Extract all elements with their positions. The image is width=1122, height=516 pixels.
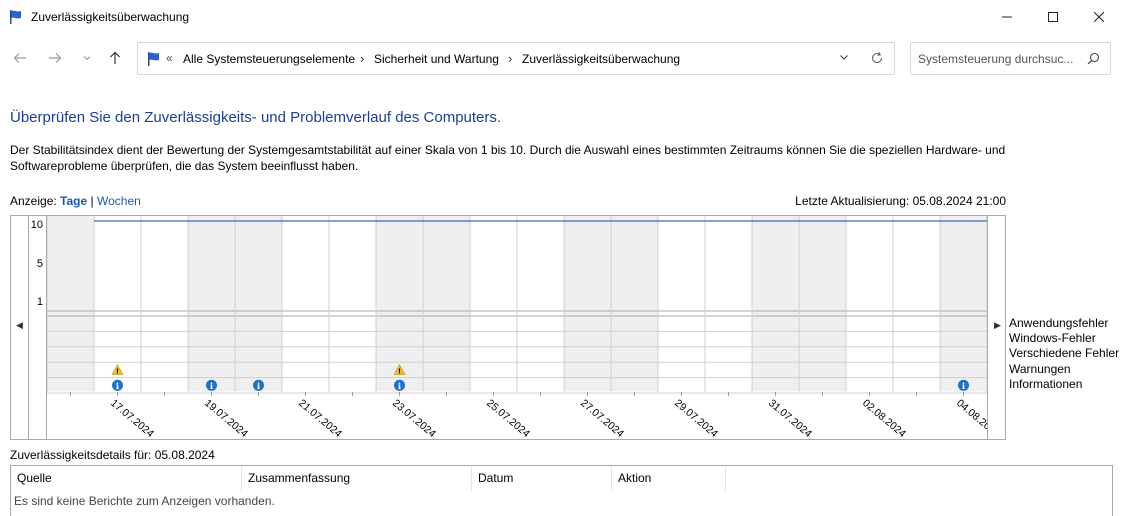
- date-label: 25.07.2024: [484, 397, 532, 439]
- date-label: 02.08.2024: [860, 397, 908, 439]
- refresh-icon: [871, 51, 883, 64]
- day-column[interactable]: [423, 216, 470, 393]
- view-selector: Anzeige: Tage | Wochen: [10, 194, 141, 208]
- date-label: 27.07.2024: [578, 397, 626, 439]
- legend-application-errors: Anwendungsfehler: [1009, 316, 1109, 330]
- column-header-summary[interactable]: Zusammenfassung: [242, 466, 472, 491]
- reliability-chart: ◀ 10 5 1 !! i i i i i 17.07.2024 19.07.2024 21.0…: [10, 215, 1006, 440]
- breadcrumb-item-reliability[interactable]: Zuverlässigkeitsüberwachung: [522, 52, 680, 66]
- event-legend: Anwendungsfehler Windows-Fehler Verschie…: [1009, 316, 1119, 392]
- empty-message: Es sind keine Berichte zum Anzeigen vorh…: [14, 494, 275, 508]
- day-column[interactable]: [282, 216, 329, 393]
- chevron-right-icon[interactable]: ›: [508, 51, 512, 66]
- legend-informations: Informationen: [1009, 376, 1083, 391]
- chevron-left-icon: ◀: [16, 320, 23, 330]
- search-box[interactable]: [910, 42, 1111, 75]
- page-description: Der Stabilitätsindex dient der Bewertung…: [10, 143, 1006, 173]
- y-axis: 10 5 1: [29, 216, 47, 439]
- up-button[interactable]: [105, 48, 125, 68]
- chart-plot[interactable]: ! !i i i i i17.07.2024 19.07.2024 21.07.2024 23.…: [47, 216, 987, 439]
- legend-misc-errors: Verschiedene Fehler: [1009, 346, 1120, 361]
- legend-warnings: Warnungen: [1009, 361, 1071, 376]
- close-icon: [1094, 12, 1104, 22]
- day-column[interactable]: [141, 216, 188, 393]
- y-tick-label: 10: [30, 219, 43, 231]
- view-days-link[interactable]: Tage: [60, 194, 87, 208]
- day-column[interactable]: [188, 216, 235, 393]
- day-column[interactable]: [611, 216, 658, 393]
- column-header-action[interactable]: Aktion: [612, 466, 726, 491]
- forward-button[interactable]: [45, 48, 65, 68]
- chevron-right-icon[interactable]: ›: [360, 51, 364, 66]
- y-tick-label: 1: [36, 296, 43, 308]
- title-bar: Zuverlässigkeitsüberwachung: [0, 0, 1122, 34]
- address-bar[interactable]: « Alle Systemsteuerungselemente › Sicher…: [137, 42, 895, 75]
- table-header: Quelle Zusammenfassung Datum Aktion: [11, 466, 1112, 491]
- refresh-button[interactable]: [870, 51, 884, 68]
- page-title: Überprüfen Sie den Zuverlässigkeits- und…: [10, 109, 502, 126]
- day-column[interactable]: [470, 216, 517, 393]
- column-header-date[interactable]: Datum: [472, 466, 612, 491]
- warning-icon-mark: !: [116, 368, 119, 376]
- arrow-left-icon: [13, 53, 26, 63]
- view-label: Anzeige:: [10, 194, 57, 208]
- date-label: 21.07.2024: [296, 397, 344, 439]
- details-table: Quelle Zusammenfassung Datum Aktion Es s…: [10, 465, 1113, 516]
- view-separator: |: [90, 194, 94, 208]
- warning-icon-mark: !: [398, 368, 401, 376]
- day-column[interactable]: [564, 216, 611, 393]
- column-header-source[interactable]: Quelle: [11, 466, 242, 491]
- address-dropdown-button[interactable]: [838, 51, 850, 66]
- details-label: Zuverlässigkeitsdetails für: 05.08.2024: [10, 448, 215, 462]
- date-label: 17.07.2024: [108, 397, 156, 439]
- chevron-down-icon: [840, 55, 848, 60]
- arrow-up-icon: [110, 51, 120, 64]
- chevron-down-icon: [83, 56, 91, 61]
- flag-icon: [10, 10, 21, 24]
- minimize-button[interactable]: [984, 0, 1030, 34]
- maximize-button[interactable]: [1030, 0, 1076, 34]
- maximize-icon: [1048, 12, 1058, 22]
- day-column[interactable]: [705, 216, 752, 393]
- arrow-right-icon: [49, 53, 62, 63]
- date-label: 29.07.2024: [672, 397, 720, 439]
- date-label: 19.07.2024: [202, 397, 250, 439]
- close-button[interactable]: [1076, 0, 1122, 34]
- day-column[interactable]: [893, 216, 940, 393]
- y-tick-label: 5: [36, 258, 43, 270]
- day-column[interactable]: [940, 216, 987, 393]
- back-button[interactable]: [10, 48, 30, 68]
- legend-windows-errors: Windows-Fehler: [1009, 331, 1096, 346]
- search-input[interactable]: [918, 50, 1078, 68]
- view-weeks-link[interactable]: Wochen: [97, 194, 141, 208]
- date-label: 23.07.2024: [390, 397, 438, 439]
- recent-locations-button[interactable]: [77, 48, 97, 68]
- breadcrumb-overflow[interactable]: «: [166, 51, 173, 65]
- day-column[interactable]: [47, 216, 94, 393]
- flag-icon: [148, 52, 159, 66]
- search-icon[interactable]: [1087, 52, 1100, 68]
- breadcrumb-item-security[interactable]: Sicherheit und Wartung: [374, 52, 499, 66]
- day-column[interactable]: [517, 216, 564, 393]
- date-label: 04.08.2024: [954, 397, 987, 439]
- day-column[interactable]: [846, 216, 893, 393]
- day-column[interactable]: [799, 216, 846, 393]
- window-title: Zuverlässigkeitsüberwachung: [31, 10, 190, 24]
- chevron-right-icon: ▶: [994, 320, 1001, 330]
- date-label: 31.07.2024: [766, 397, 814, 439]
- day-column[interactable]: [329, 216, 376, 393]
- scroll-left-button[interactable]: ◀: [11, 216, 29, 439]
- breadcrumb-item-all-items[interactable]: Alle Systemsteuerungselemente: [183, 52, 355, 66]
- minimize-icon: [1002, 16, 1012, 18]
- scroll-right-button[interactable]: ▶: [987, 216, 1005, 439]
- day-column[interactable]: [235, 216, 282, 393]
- day-column[interactable]: [658, 216, 705, 393]
- day-column[interactable]: [752, 216, 799, 393]
- last-update: Letzte Aktualisierung: 05.08.2024 21:00: [795, 194, 1006, 208]
